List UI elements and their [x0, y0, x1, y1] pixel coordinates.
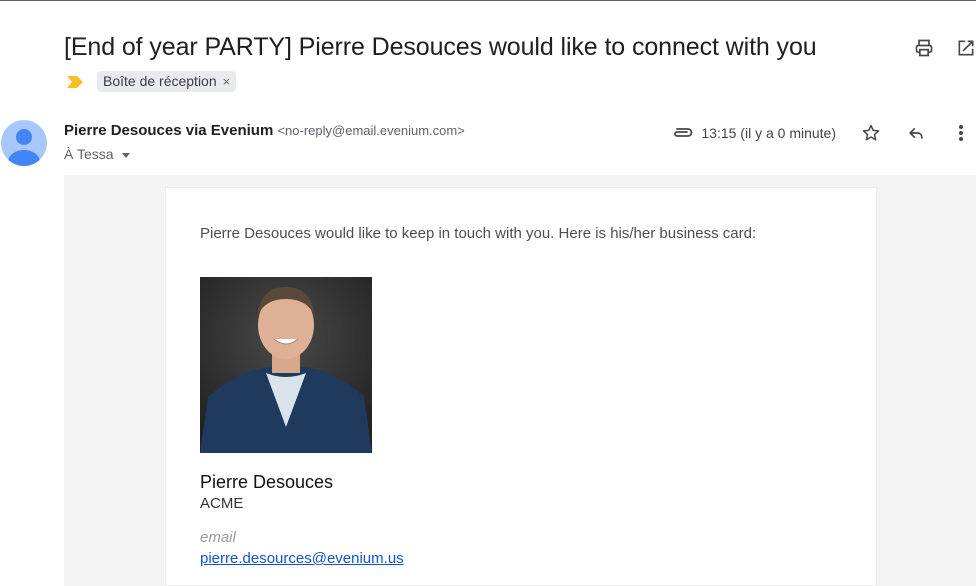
inbox-label-chip: Boîte de réception ×: [97, 71, 237, 92]
header-actions: [914, 38, 976, 58]
contact-company: ACME: [200, 495, 244, 512]
contact-email-label: email: [200, 529, 236, 546]
sender-address: <no-reply@email.evenium.com>: [277, 123, 465, 138]
recipient-details-toggle[interactable]: À Tessa: [64, 146, 130, 162]
inbox-label-text: Boîte de réception: [103, 73, 217, 89]
message-meta: 13:15 (il y a 0 minute): [671, 122, 976, 144]
contact-email-link[interactable]: pierre.desources@evenium.us: [200, 550, 404, 567]
open-in-new-window-icon[interactable]: [956, 38, 976, 58]
contact-name: Pierre Desouces: [200, 472, 334, 492]
print-icon[interactable]: [914, 38, 934, 58]
sender-line: Pierre Desouces via Evenium <no-reply@em…: [64, 122, 465, 139]
sender-avatar[interactable]: [1, 120, 47, 166]
more-vert-icon[interactable]: [950, 122, 972, 144]
message-intro: Pierre Desouces would like to keep in to…: [200, 225, 757, 242]
chevron-down-icon: [121, 152, 130, 158]
message-time: 13:15 (il y a 0 minute): [701, 125, 836, 141]
reply-icon[interactable]: [905, 122, 927, 144]
recipient-text: À Tessa: [64, 146, 114, 162]
top-divider: [0, 0, 976, 1]
remove-label-button[interactable]: ×: [223, 74, 231, 89]
contact-photo: [200, 277, 372, 453]
attachment-icon: [671, 123, 693, 143]
sender-name[interactable]: Pierre Desouces via Evenium: [64, 122, 273, 139]
important-marker-icon[interactable]: [67, 74, 83, 90]
email-subject: [End of year PARTY] Pierre Desouces woul…: [64, 33, 817, 61]
label-row: Boîte de réception ×: [67, 71, 237, 92]
star-icon[interactable]: [860, 122, 882, 144]
